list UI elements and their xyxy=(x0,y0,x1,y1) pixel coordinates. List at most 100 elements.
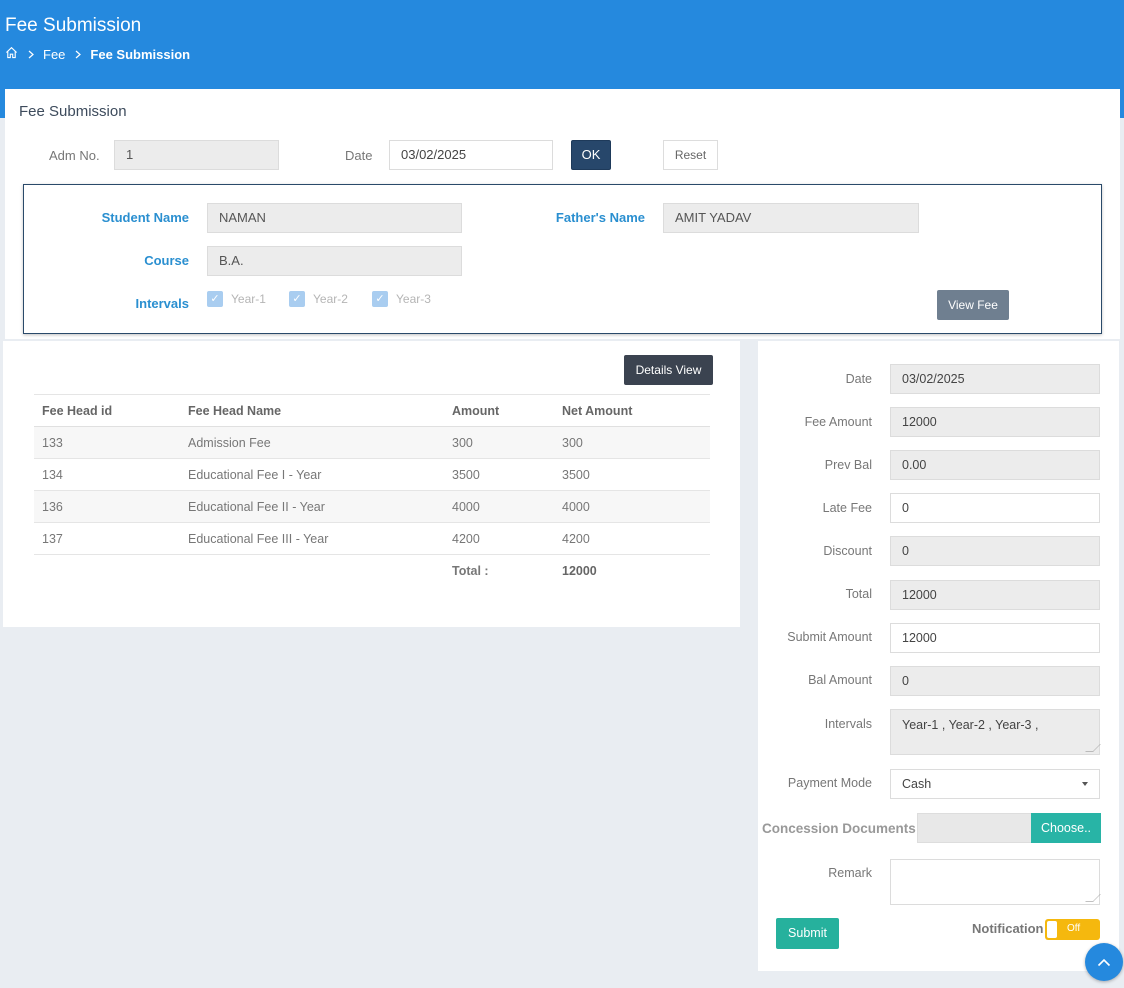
late-fee-label: Late Fee xyxy=(822,501,872,515)
column-header: Fee Head id xyxy=(34,394,180,427)
remark-label: Remark xyxy=(828,866,872,880)
interval-checkbox-year-3[interactable]: ✓ Year-3 xyxy=(372,291,431,307)
student-details-panel: Student Name NAMAN Father's Name AMIT YA… xyxy=(23,184,1102,334)
payment-card: Date 03/02/2025 Fee Amount 12000 Prev Ba… xyxy=(758,341,1119,971)
table-header-row: Fee Head id Fee Head Name Amount Net Amo… xyxy=(34,394,710,427)
fee-table: Fee Head id Fee Head Name Amount Net Amo… xyxy=(34,394,710,587)
pay-total-label: Total xyxy=(845,587,872,601)
cell: 133 xyxy=(34,426,180,459)
father-name-label: Father's Name xyxy=(555,210,645,225)
column-header: Fee Head Name xyxy=(180,394,444,427)
chevron-right-icon xyxy=(75,47,82,62)
cell: Educational Fee I - Year xyxy=(180,458,444,491)
interval-label: Year-1 xyxy=(231,292,266,306)
father-name-field[interactable]: AMIT YADAV xyxy=(663,203,919,233)
breadcrumb-fee[interactable]: Fee xyxy=(43,47,65,62)
chevron-right-icon xyxy=(28,47,34,62)
reset-button[interactable]: Reset xyxy=(663,140,718,170)
pay-total-field[interactable]: 12000 xyxy=(890,580,1100,610)
date-input[interactable]: 03/02/2025 xyxy=(389,140,553,170)
adm-no-input[interactable]: 1 xyxy=(114,140,279,170)
column-header: Net Amount xyxy=(554,394,710,427)
breadcrumb-current: Fee Submission xyxy=(90,46,191,62)
date-label: Date xyxy=(345,148,373,163)
cell: 136 xyxy=(34,490,180,523)
notification-label: Notification xyxy=(972,921,1044,936)
pay-intervals-value: Year-1 , Year-2 , Year-3 , xyxy=(902,718,1039,732)
bal-amount-field[interactable]: 0 xyxy=(890,666,1100,696)
cell: Admission Fee xyxy=(180,426,444,459)
cell: 3500 xyxy=(444,458,554,491)
card-title: Fee Submission xyxy=(19,103,127,120)
view-fee-button[interactable]: View Fee xyxy=(937,290,1009,320)
interval-label: Year-3 xyxy=(396,292,431,306)
concession-file-input[interactable] xyxy=(917,813,1032,843)
cell: 3500 xyxy=(554,458,710,491)
scroll-to-top-button[interactable] xyxy=(1085,943,1123,981)
cell: 4200 xyxy=(554,522,710,555)
cell: Educational Fee III - Year xyxy=(180,522,444,555)
table-row: 137 Educational Fee III - Year 4200 4200 xyxy=(34,522,710,555)
caret-down-icon xyxy=(1082,782,1088,786)
payment-mode-value: Cash xyxy=(902,777,932,791)
prev-bal-label: Prev Bal xyxy=(824,458,872,472)
home-icon[interactable] xyxy=(5,46,18,62)
notification-toggle[interactable]: Off xyxy=(1045,919,1100,940)
fee-amount-field[interactable]: 12000 xyxy=(890,407,1100,437)
page-title: Fee Submission xyxy=(5,15,142,36)
total-label: Total : xyxy=(444,554,554,587)
breadcrumb: Fee Fee Submission xyxy=(5,46,190,62)
resize-grip-icon[interactable] xyxy=(1085,894,1101,902)
student-name-label: Student Name xyxy=(101,210,189,225)
concession-documents-label: Concession Documents xyxy=(762,821,916,836)
cell: 4000 xyxy=(554,490,710,523)
remark-textarea[interactable] xyxy=(890,859,1101,905)
fee-table-card: Details View Fee Head id Fee Head Name A… xyxy=(3,341,740,627)
toggle-knob xyxy=(1047,921,1057,938)
adm-no-label: Adm No. xyxy=(49,148,100,163)
table-total-row: Total : 12000 xyxy=(34,554,710,587)
checkmark-icon: ✓ xyxy=(372,291,388,307)
course-label: Course xyxy=(144,253,189,268)
cell: 300 xyxy=(554,426,710,459)
interval-checkbox-year-2[interactable]: ✓ Year-2 xyxy=(289,291,348,307)
column-header: Amount xyxy=(444,394,554,427)
table-row: 136 Educational Fee II - Year 4000 4000 xyxy=(34,490,710,523)
pay-intervals-textarea[interactable]: Year-1 , Year-2 , Year-3 , xyxy=(890,709,1101,755)
payment-mode-select[interactable]: Cash xyxy=(890,769,1100,799)
late-fee-input[interactable]: 0 xyxy=(890,493,1100,523)
interval-checkbox-year-1[interactable]: ✓ Year-1 xyxy=(207,291,266,307)
cell: 4200 xyxy=(444,522,554,555)
checkmark-icon: ✓ xyxy=(207,291,223,307)
cell: 300 xyxy=(444,426,554,459)
total-value: 12000 xyxy=(554,554,710,587)
discount-label: Discount xyxy=(823,544,872,558)
cell: 4000 xyxy=(444,490,554,523)
choose-file-button[interactable]: Choose.. xyxy=(1031,813,1101,843)
prev-bal-field[interactable]: 0.00 xyxy=(890,450,1100,480)
table-row: 134 Educational Fee I - Year 3500 3500 xyxy=(34,458,710,491)
chevron-up-icon xyxy=(1097,955,1111,970)
ok-button[interactable]: OK xyxy=(571,140,611,170)
course-field[interactable]: B.A. xyxy=(207,246,462,276)
pay-intervals-label: Intervals xyxy=(824,717,872,731)
toggle-state: Off xyxy=(1067,923,1081,934)
pay-date-label: Date xyxy=(845,372,872,386)
submit-amount-label: Submit Amount xyxy=(787,630,872,644)
intervals-label: Intervals xyxy=(135,296,189,311)
student-name-field[interactable]: NAMAN xyxy=(207,203,462,233)
interval-label: Year-2 xyxy=(313,292,348,306)
checkmark-icon: ✓ xyxy=(289,291,305,307)
details-view-button[interactable]: Details View xyxy=(624,355,713,385)
submit-amount-input[interactable]: 12000 xyxy=(890,623,1100,653)
resize-grip-icon[interactable] xyxy=(1085,744,1101,752)
bal-amount-label: Bal Amount xyxy=(808,673,872,687)
submit-button[interactable]: Submit xyxy=(776,918,839,949)
pay-date-field[interactable]: 03/02/2025 xyxy=(890,364,1100,394)
cell: 134 xyxy=(34,458,180,491)
discount-field[interactable]: 0 xyxy=(890,536,1100,566)
cell: Educational Fee II - Year xyxy=(180,490,444,523)
fee-amount-label: Fee Amount xyxy=(804,415,872,429)
payment-mode-label: Payment Mode xyxy=(787,776,872,790)
cell: 137 xyxy=(34,522,180,555)
